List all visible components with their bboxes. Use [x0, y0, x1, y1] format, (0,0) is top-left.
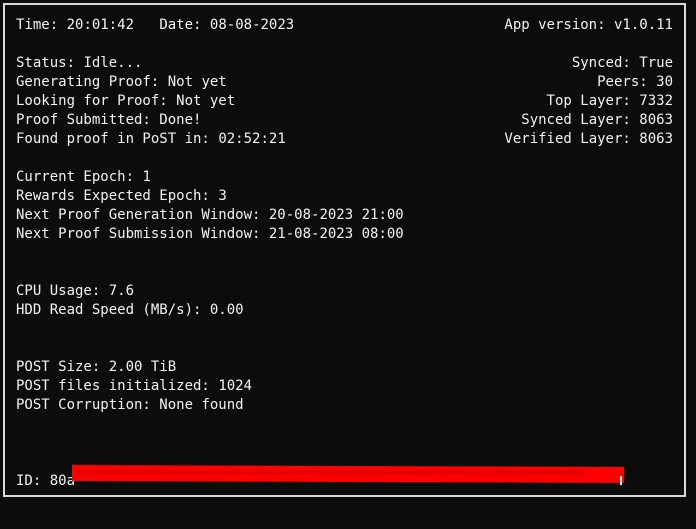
hdd-label: HDD Read Speed (MB/s): — [16, 302, 202, 318]
gen-window-row: Next Proof Generation Window: 20-08-2023… — [16, 206, 673, 225]
sub-window-label: Next Proof Submission Window: — [16, 226, 261, 242]
generating-row: Generating Proof: Not yet Peers: 30 — [16, 73, 673, 92]
post-corruption-value: None found — [159, 397, 244, 413]
cpu-label: CPU Usage: — [16, 283, 101, 299]
status-value: Idle... — [83, 55, 143, 71]
version-label: App version: — [504, 17, 606, 33]
current-epoch-row: Current Epoch: 1 — [16, 168, 673, 187]
id-label: ID: — [16, 473, 42, 489]
rewards-epoch-value: 3 — [218, 188, 227, 204]
post-files-value: 1024 — [218, 378, 253, 394]
text-cursor — [620, 476, 622, 485]
status-label: Status: — [16, 55, 76, 71]
rewards-epoch-row: Rewards Expected Epoch: 3 — [16, 187, 673, 206]
date-label: Date: — [159, 17, 202, 33]
submitted-label: Proof Submitted: — [16, 112, 151, 128]
found-value: 02:52:21 — [218, 131, 286, 147]
cpu-value: 7.6 — [108, 283, 135, 299]
looking-row: Looking for Proof: Not yet Top Layer: 73… — [16, 92, 673, 111]
version-text: App version: v1.0.11 — [504, 16, 673, 35]
peers-label: Peers: — [597, 74, 648, 90]
version-value: v1.0.11 — [613, 17, 673, 33]
current-epoch-label: Current Epoch: — [16, 169, 135, 185]
synced-label: Synced: — [571, 55, 631, 71]
synced-layer-label: Synced Layer: — [521, 112, 631, 128]
hdd-value: 0.00 — [209, 302, 244, 318]
post-files-row: POST files initialized: 1024 — [16, 377, 673, 396]
post-files-label: POST files initialized: — [16, 378, 210, 394]
generating-value: Not yet — [167, 74, 227, 90]
status-row: Status: Idle... Synced: True — [16, 54, 673, 73]
looking-value: Not yet — [176, 93, 236, 109]
top-layer-value: 7332 — [639, 93, 673, 109]
current-epoch-value: 1 — [142, 169, 151, 185]
cpu-row: CPU Usage: 7.6 — [16, 282, 673, 301]
time-value: 20:01:42 — [66, 17, 135, 33]
sub-window-row: Next Proof Submission Window: 21-08-2023… — [16, 225, 673, 244]
terminal-window: Time: 20:01:42 Date: 08-08-2023 App vers… — [3, 3, 686, 497]
found-label: Found proof in PoST in: — [16, 131, 210, 147]
gen-window-label: Next Proof Generation Window: — [16, 207, 261, 223]
post-size-row: POST Size: 2.00 TiB — [16, 358, 673, 377]
found-row: Found proof in PoST in: 02:52:21 Verifie… — [16, 130, 673, 149]
synced-value: True — [639, 55, 673, 71]
post-corruption-label: POST Corruption: — [16, 397, 151, 413]
post-corruption-row: POST Corruption: None found — [16, 396, 673, 415]
redaction-mark-overlay — [76, 470, 586, 475]
peers-value: 30 — [656, 74, 673, 90]
hdd-row: HDD Read Speed (MB/s): 0.00 — [16, 301, 673, 320]
time-date-text: Time: 20:01:42 Date: 08-08-2023 — [16, 16, 294, 35]
synced-layer-value: 8063 — [639, 112, 673, 128]
generating-label: Generating Proof: — [16, 74, 160, 90]
gen-window-value: 20-08-2023 21:00 — [268, 207, 404, 223]
top-layer-label: Top Layer: — [546, 93, 631, 109]
sub-window-value: 21-08-2023 08:00 — [268, 226, 404, 242]
submitted-row: Proof Submitted: Done! Synced Layer: 806… — [16, 111, 673, 130]
header-row: Time: 20:01:42 Date: 08-08-2023 App vers… — [16, 16, 673, 35]
verified-layer-value: 8063 — [639, 131, 673, 147]
post-size-value: 2.00 TiB — [108, 359, 177, 375]
looking-label: Looking for Proof: — [16, 93, 168, 109]
post-size-label: POST Size: — [16, 359, 101, 375]
date-value: 08-08-2023 — [209, 17, 295, 33]
time-label: Time: — [16, 17, 59, 33]
rewards-epoch-label: Rewards Expected Epoch: — [16, 188, 210, 204]
submitted-value: Done! — [159, 112, 202, 128]
verified-layer-label: Verified Layer: — [504, 131, 631, 147]
